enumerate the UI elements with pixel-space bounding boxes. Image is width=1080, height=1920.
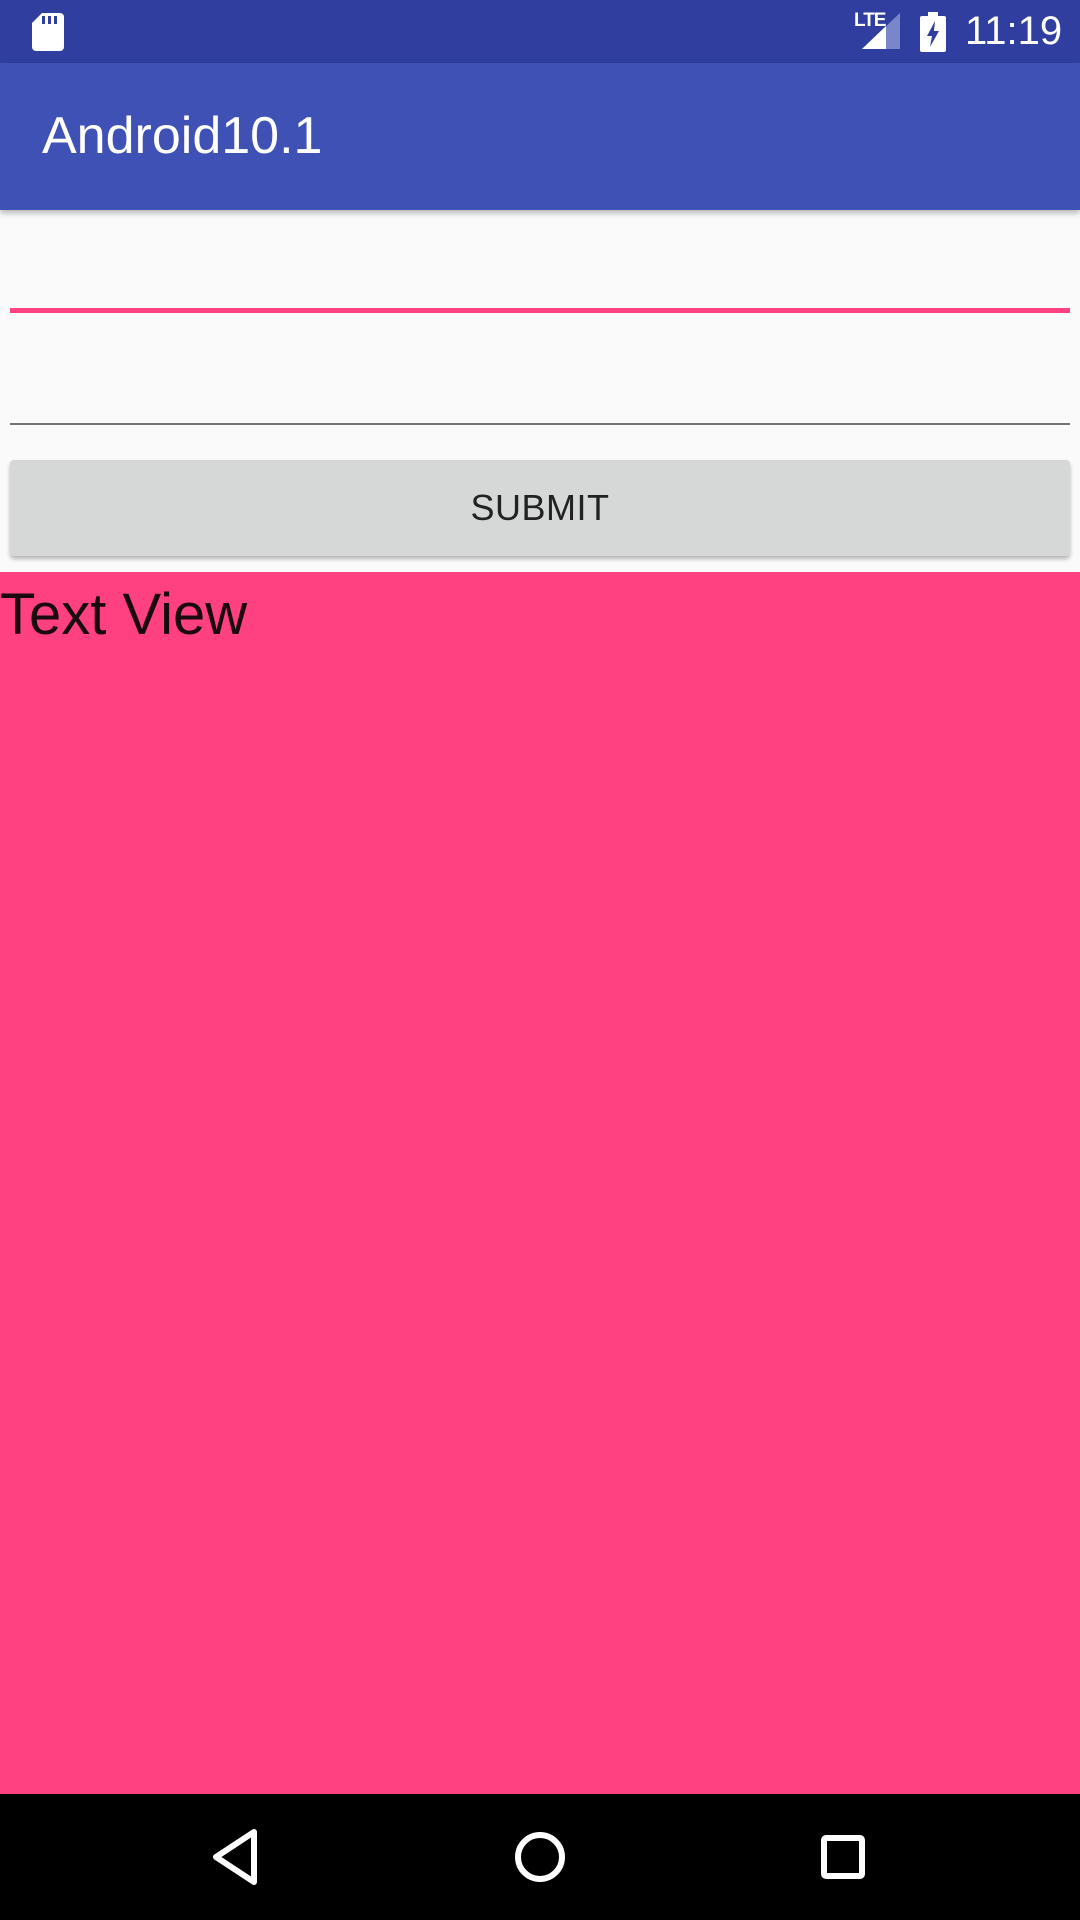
signal-icon (862, 13, 900, 49)
text-input-1[interactable] (10, 218, 1070, 313)
back-icon[interactable] (204, 1824, 270, 1890)
submit-button[interactable]: SUBMIT (10, 460, 1070, 556)
home-icon[interactable] (507, 1824, 573, 1890)
app-title: Android10.1 (42, 107, 323, 165)
navigation-bar (0, 1794, 1080, 1920)
battery-charging-icon (920, 12, 946, 52)
status-clock: 11:19 (965, 9, 1063, 53)
status-bar: LTE 11:19 (0, 0, 1080, 63)
recents-icon[interactable] (810, 1824, 876, 1890)
sd-card-icon (32, 13, 64, 51)
text-input-2[interactable] (10, 333, 1070, 425)
text-view-label: Text View (0, 582, 248, 647)
text-view: Text View (0, 572, 1080, 1794)
app-bar: Android10.1 (0, 63, 1080, 210)
